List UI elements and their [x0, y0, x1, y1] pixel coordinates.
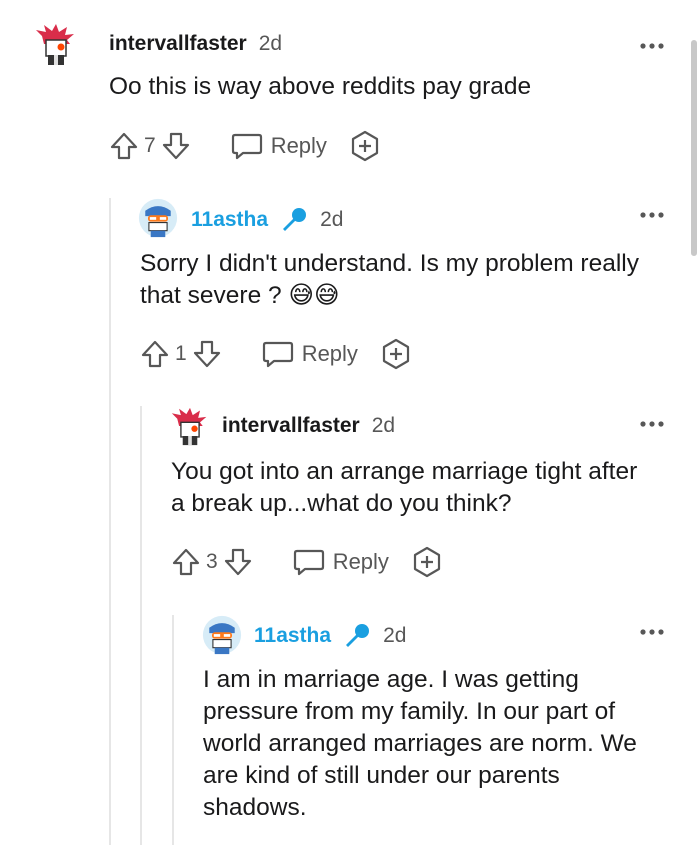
comment-username[interactable]: intervallfaster: [109, 32, 247, 56]
reply-button[interactable]: Reply: [302, 341, 358, 367]
scrollbar[interactable]: [691, 40, 697, 256]
comment-actions: 3 Reply: [171, 544, 443, 580]
microphone-icon: [346, 624, 370, 647]
more-options-icon[interactable]: [638, 209, 666, 221]
plus-award-icon[interactable]: [380, 338, 412, 370]
upvote-arrow-icon[interactable]: [109, 131, 139, 161]
comment-timestamp: 2d: [371, 414, 396, 437]
downvote-arrow-icon[interactable]: [161, 131, 191, 161]
vote-count: 3: [206, 550, 218, 573]
thread-line[interactable]: [140, 406, 142, 845]
vote-count: 1: [175, 342, 187, 365]
thread-line[interactable]: [172, 615, 174, 845]
more-options-icon[interactable]: [638, 40, 666, 52]
comment-actions: 7 Reply: [109, 128, 381, 164]
comment-username[interactable]: 11astha: [191, 208, 268, 232]
comment-body: I am in marriage age. I was getting pres…: [203, 666, 637, 821]
speech-bubble-icon[interactable]: [262, 339, 294, 369]
upvote-arrow-icon[interactable]: [171, 547, 201, 577]
comment-body: Sorry I didn't understand. Is my problem…: [140, 250, 639, 309]
reply-button[interactable]: Reply: [333, 549, 389, 575]
comment-timestamp: 2d: [320, 208, 344, 231]
comment-timestamp: 2d: [258, 32, 283, 55]
comment-username[interactable]: intervallfaster: [222, 414, 360, 438]
user-avatar[interactable]: [170, 406, 210, 446]
reply-button[interactable]: Reply: [271, 133, 327, 159]
microphone-icon: [283, 208, 307, 231]
thread-line[interactable]: [109, 198, 111, 845]
user-avatar[interactable]: [202, 615, 242, 655]
speech-bubble-icon[interactable]: [231, 131, 263, 161]
upvote-arrow-icon[interactable]: [140, 339, 170, 369]
plus-award-icon[interactable]: [411, 546, 443, 578]
comment-username[interactable]: 11astha: [254, 624, 331, 648]
comment-actions: 1 Reply: [140, 336, 412, 372]
user-avatar[interactable]: [34, 22, 78, 66]
downvote-arrow-icon[interactable]: [192, 339, 222, 369]
more-options-icon[interactable]: [638, 418, 666, 430]
plus-award-icon[interactable]: [349, 130, 381, 162]
user-avatar[interactable]: [138, 198, 178, 238]
more-options-icon[interactable]: [638, 626, 666, 638]
comment-timestamp: 2d: [383, 624, 407, 647]
comment-body: You got into an arrange marriage tight a…: [171, 458, 638, 517]
comment-body: Oo this is way above reddits pay grade: [109, 73, 532, 100]
downvote-arrow-icon[interactable]: [223, 547, 253, 577]
speech-bubble-icon[interactable]: [293, 547, 325, 577]
vote-count: 7: [144, 134, 156, 157]
